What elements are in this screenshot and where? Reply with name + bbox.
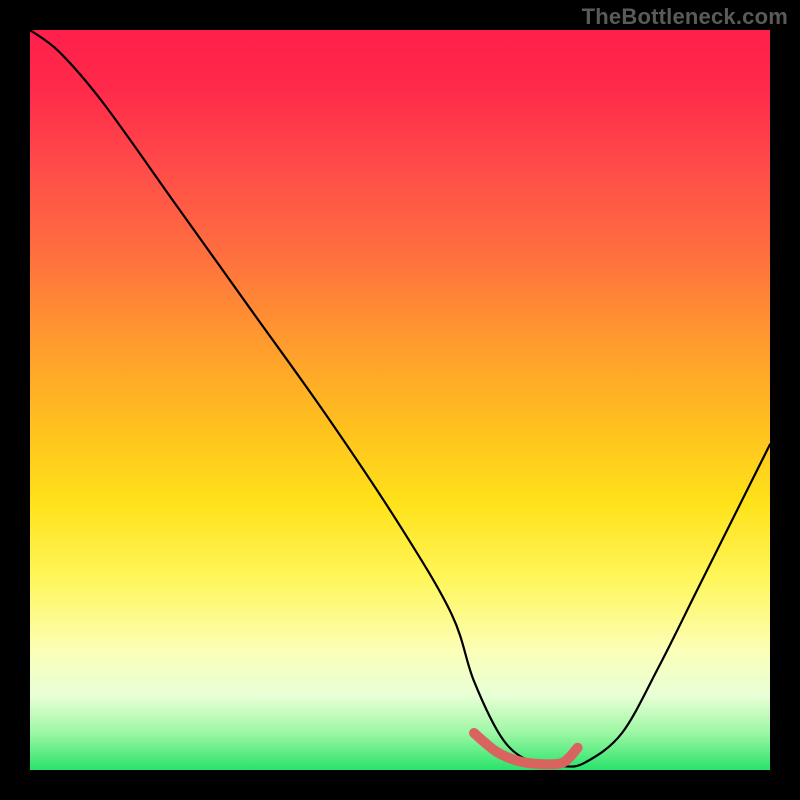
curve-layer	[30, 30, 770, 770]
red-accent-segment-path	[474, 733, 578, 764]
plot-area	[30, 30, 770, 770]
bottleneck-curve-path	[30, 30, 770, 767]
chart-frame: TheBottleneck.com	[0, 0, 800, 800]
watermark-text: TheBottleneck.com	[582, 4, 788, 30]
